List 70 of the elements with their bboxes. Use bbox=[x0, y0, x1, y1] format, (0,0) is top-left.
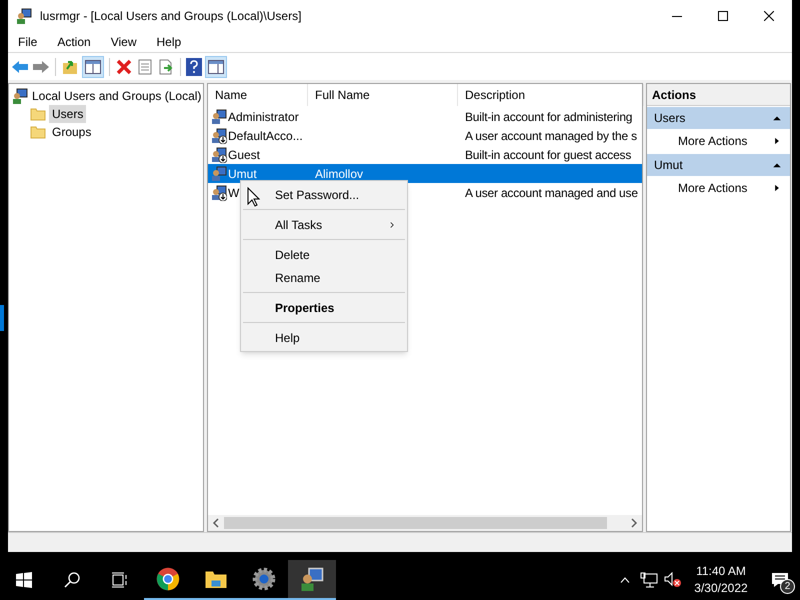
column-header[interactable]: Description bbox=[458, 84, 644, 106]
tree-item[interactable]: Groups bbox=[49, 123, 94, 141]
table-cell-text: DefaultAcco... bbox=[228, 128, 303, 144]
windows-logo-icon bbox=[16, 572, 32, 588]
menu-item[interactable]: View bbox=[102, 33, 144, 51]
help-icon[interactable] bbox=[186, 58, 202, 76]
table-cell: Built-in account for guest access bbox=[465, 148, 632, 162]
action-center-button[interactable]: 2 bbox=[760, 560, 800, 600]
table-cell: Alimollov bbox=[315, 166, 364, 180]
gear-icon bbox=[252, 567, 276, 591]
chevron-up-icon[interactable] bbox=[620, 577, 630, 583]
taskbar-app[interactable] bbox=[288, 560, 336, 600]
show-tree-button[interactable] bbox=[82, 56, 104, 78]
maximize-icon bbox=[718, 11, 728, 21]
network-icon[interactable] bbox=[640, 572, 658, 588]
muted-speaker-icon[interactable] bbox=[664, 572, 682, 588]
section-header[interactable]: Users bbox=[647, 107, 790, 129]
menu-item[interactable]: Delete bbox=[241, 243, 407, 266]
menu-item[interactable]: Action bbox=[49, 33, 99, 51]
horizontal-scrollbar[interactable] bbox=[208, 515, 642, 531]
clock[interactable]: 11:40 AM 3/30/2022 bbox=[682, 563, 760, 597]
clock-time: 11:40 AM bbox=[696, 563, 746, 580]
mouse-pointer-icon bbox=[247, 187, 260, 207]
column-header[interactable]: Full Name bbox=[308, 84, 458, 106]
back-arrow-icon[interactable] bbox=[11, 60, 29, 74]
section-title: Umut bbox=[654, 157, 683, 174]
search-icon bbox=[64, 572, 80, 588]
menu-item[interactable]: Help bbox=[241, 326, 407, 349]
users-icon bbox=[12, 88, 28, 104]
section-header[interactable]: Umut bbox=[647, 154, 790, 176]
table-cell: A user account managed by the s bbox=[465, 128, 637, 142]
folder-icon bbox=[30, 106, 46, 122]
show-actions-button[interactable] bbox=[205, 56, 227, 78]
close-icon bbox=[764, 11, 774, 21]
edge-indicator bbox=[0, 305, 4, 331]
menu-item[interactable]: Rename bbox=[241, 266, 407, 289]
table-cell: Built-in account for administering bbox=[465, 110, 632, 124]
menu-item[interactable]: File bbox=[10, 33, 46, 51]
pane-title: Actions bbox=[647, 84, 790, 106]
action-link[interactable]: More Actions bbox=[678, 132, 748, 150]
menu-item[interactable]: All Tasks bbox=[241, 213, 407, 236]
column-header[interactable]: Name bbox=[208, 84, 308, 106]
menu-item[interactable]: Properties bbox=[241, 296, 407, 319]
tree-item[interactable]: Users bbox=[49, 105, 86, 123]
panel-icon bbox=[208, 60, 224, 74]
delete-icon[interactable] bbox=[115, 58, 133, 76]
properties-icon[interactable] bbox=[136, 58, 154, 76]
task-view-icon bbox=[111, 572, 129, 588]
notification-badge: 2 bbox=[780, 579, 795, 594]
clock-date: 3/30/2022 bbox=[694, 580, 748, 597]
action-link[interactable]: More Actions bbox=[678, 179, 748, 197]
users-icon bbox=[16, 8, 32, 24]
panel-icon bbox=[85, 60, 101, 74]
table-cell-text: Administrator bbox=[228, 108, 299, 126]
selected-row[interactable]: Umut Alimollov bbox=[208, 164, 642, 183]
table-cell-text: Umut bbox=[228, 166, 257, 182]
menu-item[interactable]: Set Password... bbox=[241, 183, 407, 206]
menu-item[interactable]: Help bbox=[148, 33, 190, 51]
forward-arrow-icon[interactable] bbox=[32, 60, 50, 74]
section-title: Users bbox=[654, 110, 686, 127]
folder-icon bbox=[30, 124, 46, 140]
table-cell: A user account managed and use bbox=[465, 186, 638, 200]
scrollbar-thumb[interactable] bbox=[224, 517, 607, 529]
chrome-icon bbox=[156, 567, 180, 591]
table-cell-text: Guest bbox=[228, 146, 260, 164]
export-icon[interactable] bbox=[157, 58, 175, 76]
window-title: lusrmgr - [Local Users and Groups (Local)\Users] bbox=[40, 8, 302, 25]
table-cell-text: W bbox=[228, 184, 240, 202]
tree-item[interactable]: Local Users and Groups (Local) bbox=[32, 87, 202, 105]
users-icon bbox=[300, 567, 324, 591]
